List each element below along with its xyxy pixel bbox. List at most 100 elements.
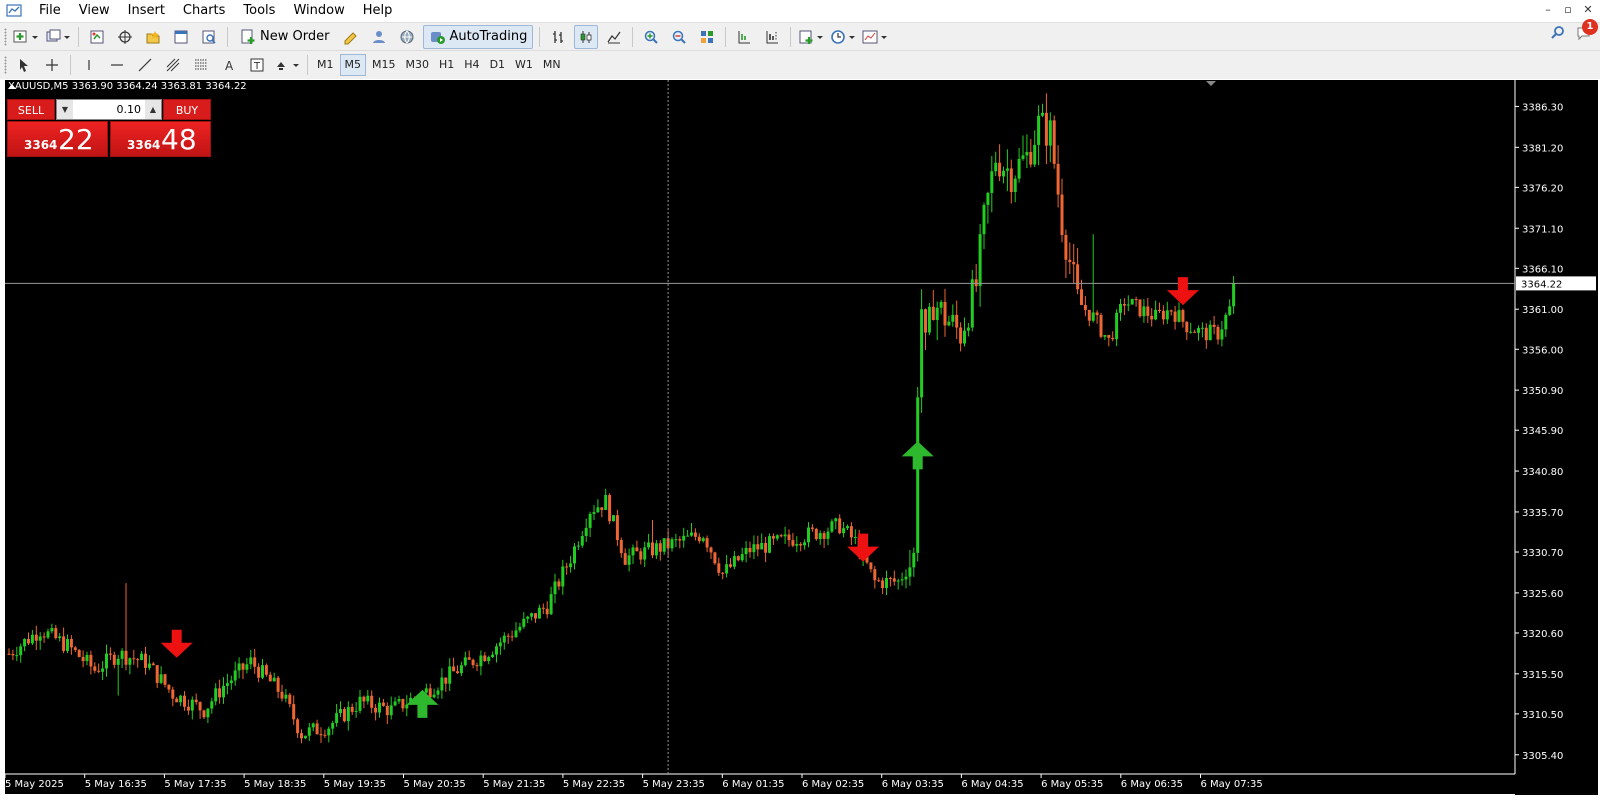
sell-price-button[interactable]: 3364 22 [7,121,108,157]
cursor-icon[interactable] [12,53,36,77]
periods-icon[interactable] [829,25,857,49]
notifications-button[interactable]: 1 [1576,19,1598,44]
timeframe-h4[interactable]: H4 [460,55,483,75]
toolbar-grip[interactable] [4,55,7,74]
candle-body [1056,163,1060,195]
toolbar-grip[interactable] [4,27,7,46]
candle-body [697,536,701,542]
new-chart-button[interactable] [12,25,40,49]
profiles-button[interactable] [44,25,72,49]
auto-scroll-icon[interactable] [732,25,756,49]
candle-body [888,577,892,579]
indicators-icon[interactable] [797,25,825,49]
candlestick-chart-icon[interactable] [574,24,599,49]
menu-insert[interactable]: Insert [119,0,174,22]
candle-body [124,650,128,665]
candle-body [307,727,311,736]
signals-icon[interactable] [367,25,391,49]
candle-body [397,699,401,702]
candle-body [233,670,237,681]
candle-body [1080,289,1083,306]
horizontal-line-icon[interactable] [105,53,129,77]
menu-charts[interactable]: Charts [174,0,235,22]
lot-size-input[interactable]: 0.10 [73,103,145,116]
metaeditor-icon[interactable] [339,25,363,49]
candle-body [1138,299,1142,317]
price-chart[interactable]: 3386.30 3381.20 3376.20 3371.10 3366.10 3361.… [0,79,1600,812]
timeframe-m30[interactable]: M30 [402,55,434,75]
line-chart-icon[interactable] [602,25,626,49]
lot-increase-icon[interactable]: ▲ [145,100,161,119]
templates-icon[interactable] [861,25,889,49]
timeframe-m1[interactable]: M1 [313,55,338,75]
timeframe-m5[interactable]: M5 [339,53,366,76]
candle-body [163,674,167,685]
candle-body [1029,151,1033,165]
candle-body [202,710,206,718]
y-tick-label: 3305.40 [1522,751,1563,762]
menu-bar: File View Insert Charts Tools Window Hel… [0,0,1600,23]
candle-body [128,658,132,665]
bar-chart-icon[interactable] [546,25,570,49]
candle-body [920,309,924,398]
equidistant-channel-icon[interactable] [161,53,185,77]
candle-body [120,650,124,659]
menu-window[interactable]: Window [284,0,353,22]
zoom-out-icon[interactable] [667,25,691,49]
timeframe-h1[interactable]: H1 [435,55,458,75]
minimize-button[interactable]: – [1540,2,1556,18]
notification-badge: 1 [1582,19,1598,35]
candle-body [787,534,791,541]
arrows-icon[interactable] [273,53,301,77]
candle-body [686,535,690,537]
close-button[interactable]: ✕ [1580,2,1596,18]
data-window-icon[interactable] [113,25,137,49]
menu-view[interactable]: View [70,0,119,22]
candle-body [705,538,709,548]
menu-help[interactable]: Help [354,0,402,22]
sell-button[interactable]: SELL [7,99,55,120]
vertical-line-icon[interactable] [77,53,101,77]
menu-file[interactable]: File [30,0,70,22]
menu-tools[interactable]: Tools [234,0,284,22]
zoom-in-icon[interactable] [639,25,663,49]
trendline-icon[interactable] [133,53,157,77]
fibonacci-icon[interactable] [189,53,213,77]
restore-button[interactable]: ▫ [1560,2,1576,18]
candle-body [506,635,510,637]
candle-body [1107,335,1111,338]
candle-body [892,578,896,582]
candle-body [783,534,787,537]
navigator-icon[interactable] [141,25,165,49]
buy-button[interactable]: BUY [163,99,211,120]
terminal-icon[interactable] [169,25,193,49]
candle-body [518,626,522,631]
candle-body [311,723,315,728]
autotrading-button[interactable]: AutoTrading [423,24,534,49]
chart-shift-icon[interactable] [760,25,784,49]
timeframe-w1[interactable]: W1 [511,55,537,75]
timeframe-m15[interactable]: M15 [368,55,400,75]
market-watch-icon[interactable] [85,25,109,49]
candle-body [596,507,600,513]
lot-decrease-icon[interactable]: ▼ [57,100,73,119]
candle-body [651,542,654,556]
candle-body [498,642,502,647]
timeframe-mn[interactable]: MN [539,55,565,75]
timeframe-d1[interactable]: D1 [486,55,509,75]
candle-body [261,665,264,678]
candle-body [194,699,198,703]
candle-body [147,663,151,668]
strategy-tester-icon[interactable] [197,25,221,49]
text-icon[interactable]: A [217,53,241,77]
crosshair-icon[interactable] [40,53,64,77]
candle-body [89,654,93,667]
new-order-button[interactable]: New Order [234,25,335,49]
tile-windows-icon[interactable] [695,25,719,49]
candle-body [1220,329,1224,340]
search-icon[interactable] [1550,25,1566,44]
buy-price-button[interactable]: 3364 48 [110,121,211,157]
candle-body [471,659,475,666]
market-icon[interactable] [395,25,419,49]
text-label-icon[interactable]: T [245,53,269,77]
